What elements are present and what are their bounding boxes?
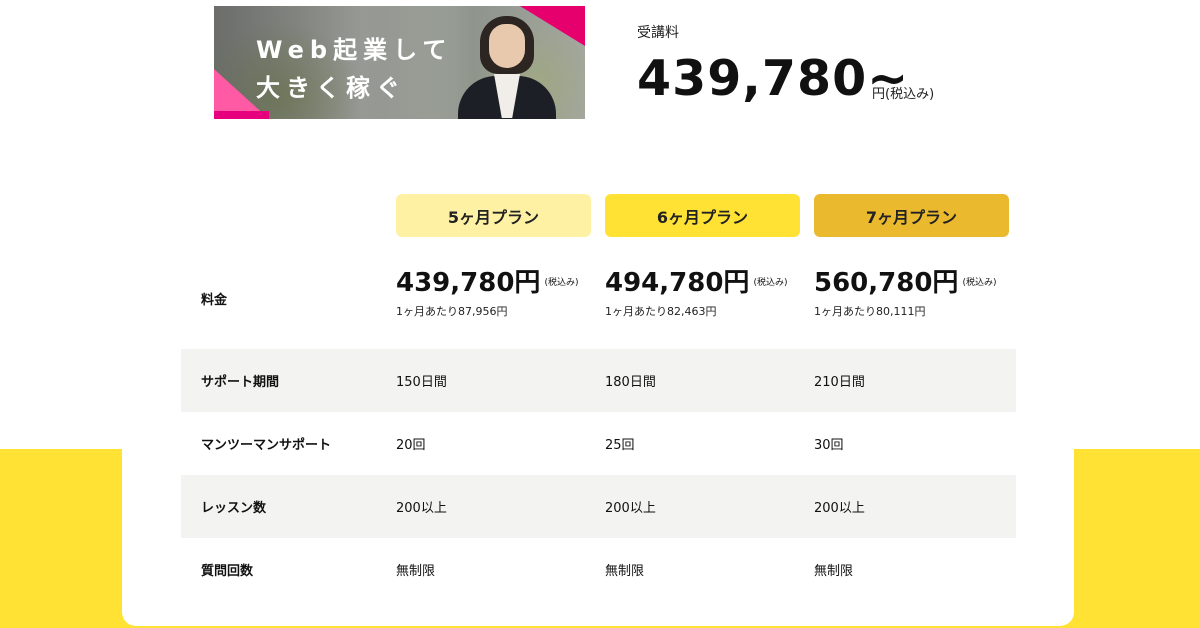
table-row-mentor-support: マンツーマンサポート 20回 25回 30回 <box>181 412 1016 475</box>
row-label: 質問回数 <box>201 564 254 579</box>
table-row-support-period: サポート期間 150日間 180日間 210日間 <box>181 349 1016 412</box>
row-label: レッスン数 <box>201 501 267 516</box>
row-label-fee: 料金 <box>201 293 228 308</box>
table-row-lessons: レッスン数 200以上 200以上 200以上 <box>181 475 1016 538</box>
table-cell: 150日間 <box>396 375 447 390</box>
monthly-price: 1ヶ月あたり80,111円 <box>814 305 926 318</box>
fee-unit: 円(税込み) <box>872 87 935 102</box>
fee-label: 受講料 <box>637 25 679 41</box>
price-value: 560,780円 <box>814 268 959 298</box>
hero-banner: Web起業して 大きく稼ぐ <box>214 6 585 119</box>
table-row-questions: 質問回数 無制限 無制限 無制限 <box>181 538 1016 601</box>
price-cell-6-month: 494,780円 (税込み) 1ヶ月あたり82,463円 <box>605 262 787 319</box>
plan-7-month-button[interactable]: 7ヶ月プラン <box>814 194 1009 237</box>
tax-note: (税込み) <box>962 278 997 288</box>
table-cell: 180日間 <box>605 375 656 390</box>
price-cell-5-month: 439,780円 (税込み) 1ヶ月あたり87,956円 <box>396 262 578 319</box>
table-cell: 25回 <box>605 438 635 453</box>
plan-6-month-button[interactable]: 6ヶ月プラン <box>605 194 800 237</box>
table-cell: 無制限 <box>605 564 645 579</box>
table-cell: 200以上 <box>396 501 447 516</box>
monthly-price: 1ヶ月あたり87,956円 <box>396 305 508 318</box>
tax-note: (税込み) <box>544 278 579 288</box>
banner-headline-line2: 大きく稼ぐ <box>256 74 406 102</box>
table-cell: 210日間 <box>814 375 865 390</box>
table-cell: 無制限 <box>396 564 436 579</box>
tax-note: (税込み) <box>753 278 788 288</box>
row-label: サポート期間 <box>201 375 280 390</box>
price-value: 494,780円 <box>605 268 750 298</box>
plan-5-month-button[interactable]: 5ヶ月プラン <box>396 194 591 237</box>
banner-headline-line1: Web起業して <box>256 36 453 64</box>
table-cell: 無制限 <box>814 564 854 579</box>
table-cell: 20回 <box>396 438 426 453</box>
price-value: 439,780円 <box>396 268 541 298</box>
fee-amount: 439,780~ <box>637 50 910 107</box>
table-cell: 200以上 <box>605 501 656 516</box>
table-cell: 200以上 <box>814 501 865 516</box>
table-cell: 30回 <box>814 438 844 453</box>
row-label: マンツーマンサポート <box>201 438 332 453</box>
monthly-price: 1ヶ月あたり82,463円 <box>605 305 717 318</box>
price-cell-7-month: 560,780円 (税込み) 1ヶ月あたり80,111円 <box>814 262 996 319</box>
pink-corner-decoration <box>520 6 585 46</box>
